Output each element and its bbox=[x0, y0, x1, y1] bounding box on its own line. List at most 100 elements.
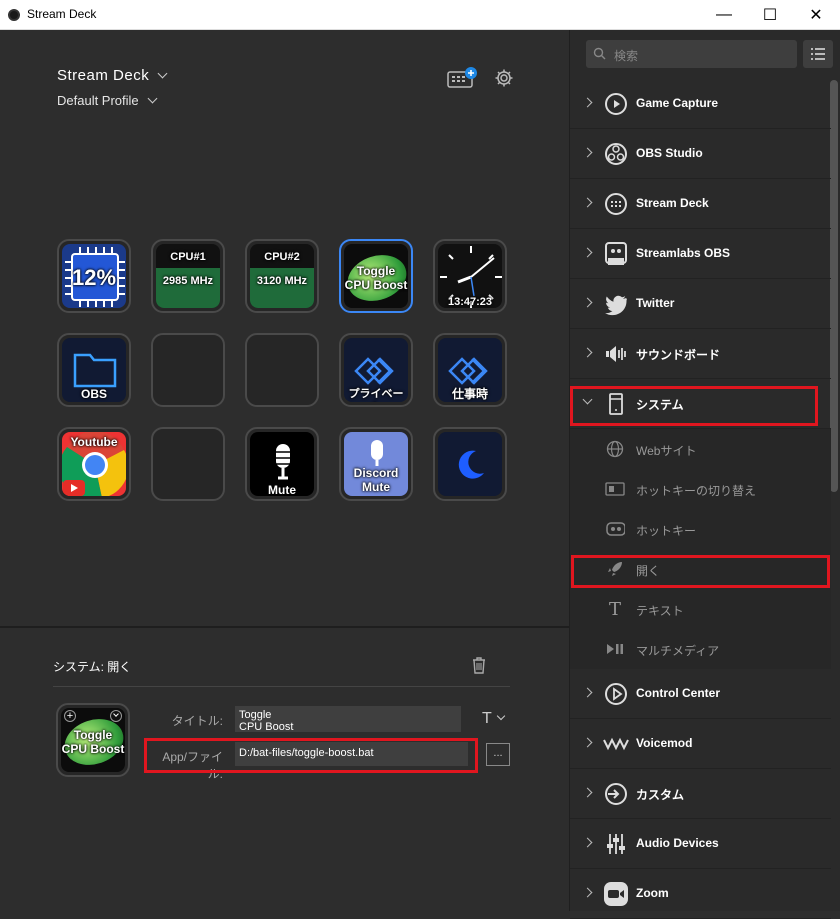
moon-icon bbox=[458, 450, 484, 479]
custom-icon bbox=[603, 781, 629, 807]
canvas-area: Stream Deck Default Profile 12% CPU#1 29… bbox=[0, 30, 569, 626]
category-label: サウンドボード bbox=[636, 348, 721, 362]
title-value-line1: Toggle bbox=[239, 709, 272, 721]
preview-line1: Toggle bbox=[73, 728, 113, 742]
maximize-button[interactable]: ☐ bbox=[747, 0, 793, 30]
category-label: カスタム bbox=[636, 788, 685, 802]
cpu-usage-value: 12% bbox=[71, 265, 117, 290]
device-store-icon[interactable] bbox=[447, 66, 477, 95]
device-name: Stream Deck bbox=[57, 67, 150, 84]
add-state-icon[interactable]: + bbox=[64, 710, 76, 722]
action-preview-key[interactable]: Toggle CPU Boost + bbox=[56, 703, 130, 777]
key-empty-12[interactable] bbox=[151, 427, 225, 501]
title-bar: Stream Deck — ☐ ✕ bbox=[0, 0, 840, 30]
sidebar-scrollbar[interactable] bbox=[830, 80, 838, 492]
browse-button[interactable]: ... bbox=[486, 743, 510, 766]
key-youtube[interactable]: Youtube bbox=[57, 427, 131, 501]
category-twitter[interactable]: Twitter bbox=[570, 279, 831, 329]
minimize-button[interactable]: — bbox=[701, 0, 747, 30]
audio-devices-icon bbox=[603, 831, 629, 857]
category-label: Voicemod bbox=[636, 736, 693, 750]
chevron-right-icon bbox=[582, 147, 593, 158]
key-private[interactable]: プライベート bbox=[339, 333, 413, 407]
preview-line2: CPU Boost bbox=[61, 742, 125, 756]
zoom-icon bbox=[603, 881, 629, 907]
category-label: Audio Devices bbox=[636, 836, 719, 850]
device-selector[interactable]: Stream Deck bbox=[57, 67, 168, 84]
hotkey-icon bbox=[605, 519, 625, 539]
key-cpu-usage[interactable]: 12% bbox=[57, 239, 131, 313]
state-dropdown-icon[interactable] bbox=[110, 710, 122, 722]
chevron-down-icon bbox=[582, 394, 593, 405]
mute-label: Mute bbox=[268, 483, 296, 496]
key-cpu1[interactable]: CPU#1 2985 MHz bbox=[151, 239, 225, 313]
key-night-mode[interactable] bbox=[433, 427, 507, 501]
action-label: マルチメディア bbox=[636, 644, 720, 658]
chevron-right-icon bbox=[582, 737, 593, 748]
category-label: Zoom bbox=[636, 886, 669, 900]
category-audio-devices[interactable]: Audio Devices bbox=[570, 819, 831, 869]
profile-name: Default Profile bbox=[57, 93, 139, 108]
title-value-line2: CPU Boost bbox=[239, 721, 294, 732]
key-empty-8[interactable] bbox=[245, 333, 319, 407]
app-file-input[interactable]: D:/bat-files/toggle-boost.bat bbox=[235, 742, 468, 766]
multimedia-icon bbox=[605, 639, 625, 659]
control-center-icon bbox=[603, 681, 629, 707]
voicemod-icon bbox=[603, 731, 629, 757]
chevron-right-icon bbox=[582, 787, 593, 798]
action-label: テキスト bbox=[636, 604, 684, 618]
list-view-button[interactable] bbox=[803, 40, 833, 68]
delete-trash-icon[interactable] bbox=[471, 656, 487, 679]
category-label: Streamlabs OBS bbox=[636, 246, 731, 260]
action-multimedia[interactable]: マルチメディア bbox=[570, 629, 831, 669]
category-control-center[interactable]: Control Center bbox=[570, 669, 831, 719]
settings-gear-icon[interactable] bbox=[494, 68, 514, 93]
cpu1-label: CPU#1 bbox=[170, 251, 206, 263]
search-input[interactable]: 検索 bbox=[586, 40, 797, 68]
key-cpu2[interactable]: CPU#2 3120 MHz bbox=[245, 239, 319, 313]
key-empty-7[interactable] bbox=[151, 333, 225, 407]
chevron-right-icon bbox=[582, 347, 593, 358]
category-label: Twitter bbox=[636, 296, 675, 310]
category-zoom[interactable]: Zoom bbox=[570, 869, 831, 919]
category-game-capture[interactable]: Game Capture bbox=[570, 79, 831, 129]
category-label: Game Capture bbox=[636, 96, 719, 110]
category-obs-studio[interactable]: OBS Studio bbox=[570, 129, 831, 179]
category-system[interactable]: システム bbox=[570, 379, 831, 429]
category-stream-deck[interactable]: Stream Deck bbox=[570, 179, 831, 229]
key-mute[interactable]: Mute bbox=[245, 427, 319, 501]
close-button[interactable]: ✕ bbox=[793, 0, 839, 30]
globe-icon bbox=[605, 439, 625, 459]
chevron-right-icon bbox=[582, 297, 593, 308]
action-open[interactable]: 開く bbox=[570, 549, 831, 589]
key-obs-folder[interactable]: OBS bbox=[57, 333, 131, 407]
title-input[interactable]: Toggle CPU Boost bbox=[235, 706, 461, 732]
font-settings-icon[interactable]: T bbox=[482, 710, 506, 728]
play-circle-icon bbox=[603, 91, 629, 117]
key-clock[interactable]: 13:47:23 bbox=[433, 239, 507, 313]
chevron-right-icon bbox=[582, 247, 593, 258]
action-website[interactable]: Webサイト bbox=[570, 429, 831, 469]
stream-deck-icon bbox=[603, 191, 629, 217]
rocket-icon bbox=[605, 559, 625, 579]
chevron-right-icon bbox=[582, 687, 593, 698]
action-hotkey[interactable]: ホットキー bbox=[570, 509, 831, 549]
category-custom[interactable]: カスタム bbox=[570, 769, 831, 819]
category-streamlabs-obs[interactable]: Streamlabs OBS bbox=[570, 229, 831, 279]
cpu2-value: 3120 MHz bbox=[256, 275, 308, 287]
profile-selector[interactable]: Default Profile bbox=[57, 93, 158, 108]
key-toggle-cpu-boost[interactable]: Toggle CPU Boost bbox=[339, 239, 413, 313]
key-work[interactable]: 仕事時 bbox=[433, 333, 507, 407]
hotkey-switch-icon bbox=[605, 479, 625, 499]
category-soundboard[interactable]: サウンドボード bbox=[570, 329, 831, 379]
action-hotkey-switch[interactable]: ホットキーの切り替え bbox=[570, 469, 831, 509]
action-text[interactable]: T テキスト bbox=[570, 589, 831, 629]
title-field-label: タイトル: bbox=[171, 714, 223, 728]
category-voicemod[interactable]: Voicemod bbox=[570, 719, 831, 769]
property-inspector: システム: 開く Toggle CPU Boost + タイトル: Toggle… bbox=[0, 626, 569, 911]
app-logo-icon bbox=[8, 9, 20, 21]
chevron-down-icon bbox=[147, 93, 158, 104]
chevron-down-icon bbox=[157, 68, 168, 79]
key-discord-mute[interactable]: Discord Mute bbox=[339, 427, 413, 501]
work-label: 仕事時 bbox=[451, 387, 488, 401]
